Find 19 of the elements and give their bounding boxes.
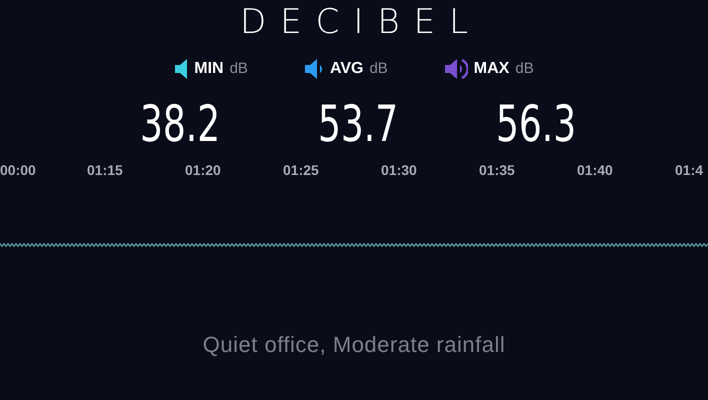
time-label: 01:4 [675, 161, 704, 180]
stat-label: MAX [474, 59, 510, 79]
stat-value: 53.7 [318, 96, 398, 152]
stat-value: 56.3 [496, 96, 576, 152]
app-logo: DECIBEL [238, 2, 482, 42]
time-label: 01:35 [479, 161, 516, 180]
time-label: 01:25 [283, 161, 320, 180]
unit-label: dB [230, 58, 248, 79]
unit-label: dB [515, 58, 534, 79]
time-label: 01:40 [577, 161, 614, 180]
description-text: Quiet office, Moderate rainfall [202, 331, 506, 359]
time-label: 01:20 [185, 161, 222, 180]
time-label: 01:30 [381, 161, 418, 180]
stat-label: MIN [194, 59, 224, 79]
stat-value: 38.2 [140, 96, 220, 152]
time-label: 01:15 [87, 161, 124, 180]
unit-label: dB [369, 58, 388, 79]
stat-label: AVG [330, 59, 364, 79]
time-label: 00:00 [0, 161, 37, 180]
